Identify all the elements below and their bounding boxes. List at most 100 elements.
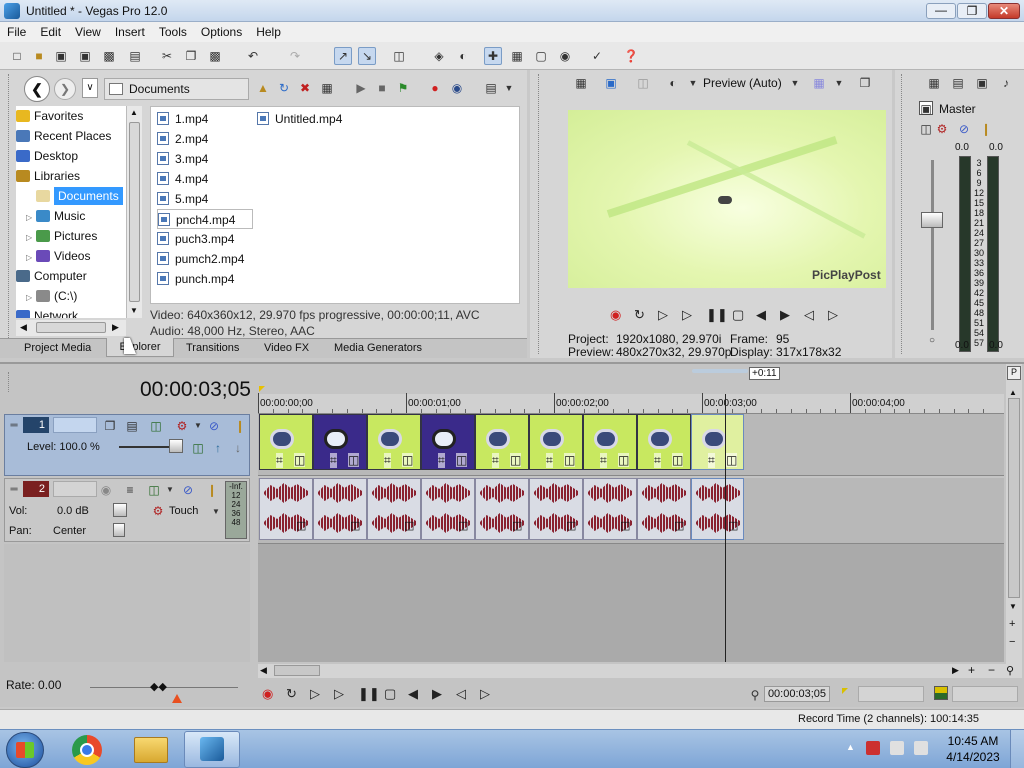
scroll-up-arrow-icon[interactable]: ▲ — [1009, 388, 1017, 397]
file-item[interactable]: 4.mp4 — [157, 169, 208, 189]
tree-item[interactable]: Recent Places — [16, 126, 111, 146]
scroll-left-arrow-icon[interactable]: ◀ — [260, 665, 267, 676]
tree-item[interactable]: ▷ Pictures — [26, 226, 97, 246]
tree-item[interactable]: ▷ (C:\) — [26, 286, 77, 306]
downmix-icon[interactable]: ▣ — [975, 76, 989, 90]
playhead-cursor[interactable] — [725, 394, 727, 662]
overlays-dropdown[interactable]: ▼ — [832, 76, 846, 90]
zoom-tool-icon[interactable]: ⚲ — [1006, 664, 1014, 677]
audio-event[interactable]: ◫ — [583, 478, 637, 540]
audio-event[interactable]: ◫ — [691, 478, 744, 540]
ignore-grouping-icon[interactable]: ▦ — [508, 47, 526, 65]
event-fx-icon[interactable]: ◫ — [296, 519, 306, 532]
delete-icon[interactable]: ✖ — [298, 81, 312, 95]
loop-playback-button[interactable]: ↻ — [286, 686, 297, 702]
track-motion-icon[interactable]: ◫ — [149, 419, 163, 433]
tree-item[interactable]: Libraries — [16, 166, 80, 186]
track-motion-button[interactable]: ◫ — [191, 441, 205, 455]
open-folder-icon[interactable]: ■ — [30, 47, 48, 65]
get-media-web-icon[interactable]: ◉ — [450, 81, 464, 95]
file-item[interactable]: 5.mp4 — [157, 189, 208, 209]
event-fx-icon[interactable]: ◫ — [672, 453, 684, 467]
tree-item[interactable]: Favorites — [16, 106, 83, 126]
video-event[interactable]: ⌗ ◫ — [421, 414, 475, 470]
go-to-end-button[interactable]: ▶ — [780, 307, 790, 323]
timeline-ruler[interactable]: 00:00:00;00 00:00:01;00 00:00:02;00 00:00:0… — [258, 393, 1004, 414]
tree-item[interactable]: ▷ Music — [26, 206, 85, 226]
redo-icon[interactable]: ↷ — [286, 47, 304, 65]
event-pan-crop-icon[interactable]: ⌗ — [384, 453, 391, 468]
pause-button[interactable]: ❚❚ — [706, 307, 728, 323]
automation-gear-icon[interactable]: ⚙ — [151, 504, 165, 518]
preview-mode[interactable]: Preview (Auto) — [703, 76, 782, 90]
views-dropdown-icon[interactable]: ▼ — [502, 81, 516, 95]
menu-help[interactable]: Help — [249, 22, 288, 42]
get-media-icon[interactable]: ● — [428, 81, 442, 95]
pan-slider-handle[interactable] — [113, 523, 125, 537]
record-button[interactable]: ◉ — [262, 686, 273, 702]
event-fx-icon[interactable]: ◫ — [348, 453, 360, 467]
file-item[interactable]: 3.mp4 — [157, 149, 208, 169]
scroll-down-arrow-icon[interactable]: ▼ — [130, 306, 138, 315]
refresh-icon[interactable]: ↻ — [277, 81, 291, 95]
audio-event[interactable]: ◫ — [259, 478, 313, 540]
video-event[interactable]: ⌗ ◫ — [583, 414, 637, 470]
master-lock-icon[interactable]: ○ — [925, 334, 939, 348]
preview-mode-dropdown[interactable]: ▼ — [788, 76, 802, 90]
event-fx-icon[interactable]: ◫ — [512, 519, 522, 532]
clock-date[interactable]: 4/14/2023 — [946, 750, 1000, 764]
preview-quality-dropdown[interactable]: ▼ — [686, 76, 700, 90]
timecode-display[interactable]: 00:00:03;05 — [140, 378, 251, 402]
forward-button[interactable]: ❯ — [54, 78, 76, 100]
new-project-icon[interactable]: □ — [8, 47, 26, 65]
expand-arrow-icon[interactable]: ▷ — [26, 208, 36, 228]
master-fader-handle[interactable] — [921, 212, 943, 228]
zoom-out-horizontal-icon[interactable]: − — [988, 663, 995, 677]
event-pan-crop-icon[interactable]: ⌗ — [708, 453, 715, 468]
audio-event[interactable]: ◫ — [637, 478, 691, 540]
solo-icon[interactable]: ❙ — [205, 483, 219, 497]
file-item[interactable]: 1.mp4 — [157, 109, 208, 129]
snapping-icon[interactable]: ◫ — [390, 47, 408, 65]
up-one-level-icon[interactable]: ▲ — [256, 81, 270, 95]
back-button[interactable]: ❮ — [24, 76, 50, 102]
expand-arrow-icon[interactable]: ▷ — [26, 248, 36, 268]
event-pan-crop-icon[interactable]: ⌗ — [654, 453, 661, 468]
timeline-horizontal-scrollbar[interactable]: ◀ ▶ + − ⚲ — [258, 663, 1022, 678]
menu-tools[interactable]: Tools — [152, 22, 194, 42]
parent-track-icon[interactable]: ↑ — [211, 441, 225, 455]
rate-slider-handle[interactable]: ◆◆ — [150, 680, 167, 693]
save-icon[interactable]: ▣ — [52, 47, 70, 65]
lock-envelopes-icon[interactable]: ✚ — [484, 47, 502, 65]
video-event[interactable]: ⌗ ◫ — [475, 414, 529, 470]
audio-track-lane[interactable]: ◫ ◫ ◫ ◫ ◫ ◫ ◫ ◫ ◫ — [258, 478, 1004, 544]
event-fx-icon[interactable]: ◫ — [726, 453, 738, 467]
track-minimize-icon[interactable]: ═ — [7, 483, 21, 497]
copy-snapshot-icon[interactable]: ❐ — [858, 76, 872, 90]
tree-hscroll-thumb[interactable] — [36, 322, 106, 333]
split-screen-icon[interactable]: ◫ — [636, 76, 650, 90]
network-error-tray-icon[interactable] — [866, 741, 880, 755]
event-fx-icon[interactable]: ◫ — [618, 453, 630, 467]
event-fx-icon[interactable]: ◫ — [458, 519, 468, 532]
event-pan-crop-icon[interactable]: ⌗ — [330, 453, 337, 468]
event-fx-icon[interactable]: ◫ — [728, 519, 738, 532]
copy-icon[interactable]: ❐ — [182, 47, 200, 65]
audio-event[interactable]: ◫ — [421, 478, 475, 540]
menu-file[interactable]: File — [0, 22, 33, 42]
track-fx-gear-icon[interactable]: ⚙ — [175, 419, 189, 433]
pause-button[interactable]: ❚❚ — [358, 686, 380, 702]
composite-mode-icon[interactable]: ❐ — [103, 419, 117, 433]
master-mute-icon[interactable]: ⊘ — [957, 122, 971, 136]
recent-locations-dropdown[interactable]: ∨ — [82, 78, 98, 98]
menu-insert[interactable]: Insert — [108, 22, 152, 42]
level-slider-handle[interactable] — [169, 439, 183, 453]
automation-dropdown[interactable]: ▼ — [209, 505, 223, 519]
cursor-time-field[interactable]: 00:00:03;05 — [764, 686, 830, 702]
menu-view[interactable]: View — [68, 22, 108, 42]
track-fx-dropdown[interactable]: ▼ — [191, 419, 205, 433]
cut-icon[interactable]: ✂ — [158, 47, 176, 65]
menu-edit[interactable]: Edit — [33, 22, 68, 42]
show-desktop-button[interactable] — [1010, 730, 1024, 768]
mute-icon[interactable]: ⊘ — [207, 419, 221, 433]
